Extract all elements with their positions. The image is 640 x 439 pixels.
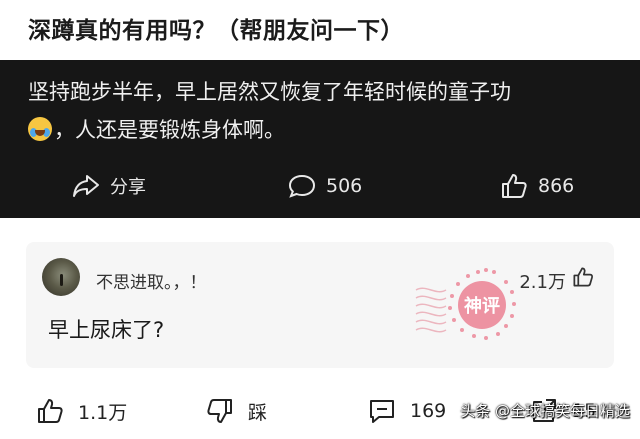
share-label: 分享 [110,177,146,198]
stamp-label: 神评 [464,295,500,317]
comment-likes-count: 2.1万 [519,272,566,293]
question-title[interactable]: 深蹲真的有用吗？（帮朋友问一下） [28,11,404,51]
hot-comment-stamp-icon: 神评 [415,268,516,340]
thumbs-up-icon[interactable] [572,266,594,288]
comment-box-icon [370,400,394,423]
likes-count: 866 [538,175,575,197]
bottom-comments-button[interactable]: 169 [368,388,446,434]
answer-text-line1: 坚持跑步半年，早上居然又恢复了年轻时候的童子功 [28,80,511,104]
comments-button[interactable]: 506 [288,166,362,206]
top-comment-card: 不思进取。，！ 2.1万 早上尿床了? 神评 [26,242,614,368]
like-button[interactable]: 866 [500,166,574,206]
answer-text-line2: ，人还是要锻炼身体啊。 [54,118,285,142]
comment-username[interactable]: 不思进取。，！ [96,268,207,293]
answer-text[interactable]: 坚持跑步半年，早上居然又恢复了年轻时候的童子功 ，人还是要锻炼身体啊。 [28,73,628,149]
share-button[interactable]: 分享 [72,166,146,206]
answer-panel: 坚持跑步半年，早上居然又恢复了年轻时候的童子功 ，人还是要锻炼身体啊。 分享 5… [0,60,640,218]
dislike-label: 踩 [248,401,268,424]
dislike-button[interactable]: 踩 [206,388,267,434]
comment-icon [288,174,316,198]
thumbs-up-icon [502,174,527,198]
answer-actions: 分享 506 866 [0,166,640,206]
watermark: 头条 @全球搞笑每日精选 [460,402,630,420]
avatar[interactable] [42,258,80,296]
bottom-likes-count: 1.1万 [78,401,128,424]
comments-count: 506 [326,175,363,197]
crying-laughing-emoji-icon [28,117,52,141]
thumbs-up-icon [38,399,63,423]
thumbs-down-icon [207,399,232,423]
share-icon [73,175,99,197]
comment-text: 早上尿床了? [48,318,165,342]
bottom-comments-count: 169 [410,400,447,422]
bottom-like-button[interactable]: 1.1万 [36,388,127,434]
